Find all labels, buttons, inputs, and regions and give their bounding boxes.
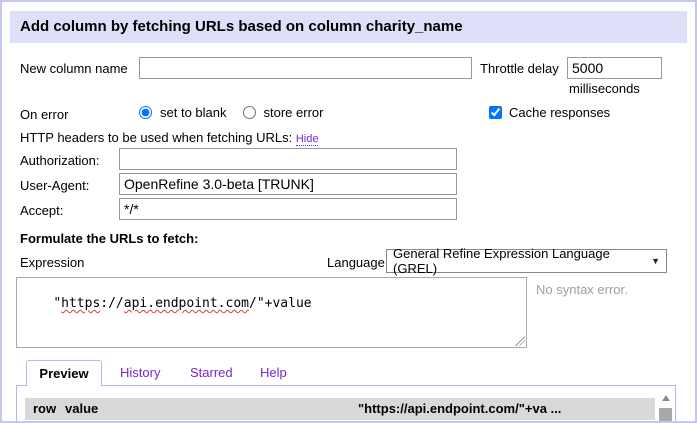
col-header-value: value: [65, 398, 98, 420]
expression-editor[interactable]: "https://api.endpoint.com/"+value: [16, 277, 527, 348]
scroll-up-icon: [662, 395, 670, 401]
new-column-name-input[interactable]: [139, 57, 472, 79]
chevron-down-icon: ▼: [651, 256, 660, 266]
language-select-value: General Refine Expression Language (GREL…: [393, 246, 651, 276]
preview-table-header: row value "https://api.endpoint.com/"+va…: [25, 398, 655, 420]
preview-panel: row value "https://api.endpoint.com/"+va…: [16, 385, 676, 423]
col-header-row: row: [33, 398, 56, 420]
throttle-unit-label: milliseconds: [569, 81, 640, 96]
scrollbar-up-button[interactable]: [658, 391, 673, 405]
on-error-label: On error: [20, 107, 68, 122]
http-headers-label: HTTP headers to be used when fetching UR…: [20, 130, 292, 145]
add-column-fetch-dialog: Add column by fetching URLs based on col…: [0, 0, 697, 423]
accept-input[interactable]: [119, 198, 457, 220]
expression-text: "https://api.endpoint.com/"+value: [53, 296, 311, 311]
accept-label: Accept:: [20, 203, 63, 218]
scrollbar-thumb[interactable]: [659, 408, 672, 423]
user-agent-label: User-Agent:: [20, 178, 89, 193]
tab-history[interactable]: History: [120, 363, 160, 383]
store-error-radio[interactable]: [243, 106, 256, 119]
tab-starred[interactable]: Starred: [190, 363, 233, 383]
dialog-title: Add column by fetching URLs based on col…: [10, 11, 687, 43]
authorization-label: Authorization:: [20, 153, 100, 168]
new-column-name-label: New column name: [20, 61, 128, 76]
hide-headers-link[interactable]: Hide: [296, 133, 319, 146]
expression-label: Expression: [20, 255, 84, 270]
user-agent-input[interactable]: [119, 173, 457, 195]
resize-grip[interactable]: [515, 336, 525, 346]
language-select[interactable]: General Refine Expression Language (GREL…: [386, 249, 667, 273]
authorization-input[interactable]: [119, 148, 457, 170]
store-error-label[interactable]: store error: [264, 105, 324, 120]
language-label: Language: [327, 255, 385, 270]
throttle-delay-label: Throttle delay: [480, 61, 559, 76]
throttle-delay-input[interactable]: [567, 57, 662, 79]
tab-help[interactable]: Help: [260, 363, 287, 383]
formulate-heading: Formulate the URLs to fetch:: [20, 231, 198, 246]
cache-responses-group: Cache responses: [489, 105, 610, 120]
set-to-blank-radio[interactable]: [139, 106, 152, 119]
cache-responses-label[interactable]: Cache responses: [509, 105, 610, 120]
on-error-radio-group: set to blank store error: [139, 105, 323, 120]
vertical-scrollbar[interactable]: [658, 391, 673, 423]
syntax-status: No syntax error.: [536, 282, 628, 297]
cache-responses-checkbox[interactable]: [489, 106, 502, 119]
http-headers-line: HTTP headers to be used when fetching UR…: [20, 130, 318, 145]
col-header-expression-preview: "https://api.endpoint.com/"+va ...: [358, 398, 561, 420]
tab-preview[interactable]: Preview: [26, 360, 102, 386]
set-to-blank-label[interactable]: set to blank: [160, 105, 227, 120]
